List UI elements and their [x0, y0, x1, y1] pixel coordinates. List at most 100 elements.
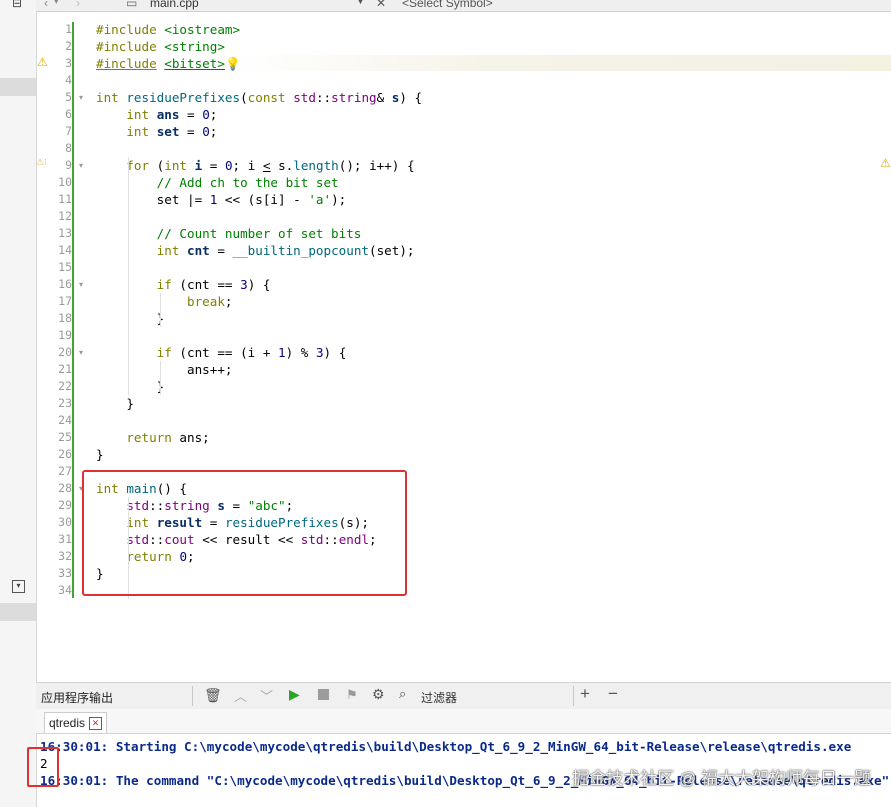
- output-panel-title: 应用程序输出: [41, 691, 114, 705]
- line-number[interactable]: 14: [56, 242, 72, 259]
- file-name[interactable]: main.cpp: [150, 0, 199, 10]
- line-number[interactable]: 12: [56, 208, 72, 225]
- tab-label: qtredis: [49, 716, 86, 730]
- trash-icon[interactable]: 🗑: [204, 687, 222, 704]
- warning-icon[interactable]: ⚠⁝: [36, 157, 47, 168]
- indent-guide: [160, 361, 161, 395]
- stop-icon[interactable]: [318, 689, 329, 700]
- line-number[interactable]: 11: [56, 191, 72, 208]
- line-number[interactable]: 21: [56, 361, 72, 378]
- line-number[interactable]: 22: [56, 378, 72, 395]
- code-line[interactable]: }: [96, 378, 165, 395]
- run-icon[interactable]: ▶: [289, 686, 300, 703]
- warning-line-highlight: [232, 55, 891, 71]
- line-number[interactable]: 24: [56, 412, 72, 429]
- line-number[interactable]: 31: [56, 531, 72, 548]
- line-number[interactable]: 19: [56, 327, 72, 344]
- line-number[interactable]: 8: [56, 140, 72, 157]
- code-line[interactable]: if (cnt == 3) {: [96, 276, 271, 293]
- code-line[interactable]: }: [96, 395, 134, 412]
- output-line: 16:30:01: Starting C:\mycode\mycode\qtre…: [40, 739, 852, 754]
- line-number[interactable]: 28: [56, 480, 72, 497]
- code-line[interactable]: set |= 1 << (s[i] - 'a');: [96, 191, 347, 208]
- highlight-annotation-box: [82, 470, 407, 596]
- code-line[interactable]: for (int i = 0; i < s.length(); i++) {: [96, 157, 414, 174]
- symbol-selector[interactable]: <Select Symbol>: [402, 0, 493, 10]
- code-line[interactable]: int ans = 0;: [96, 106, 217, 123]
- code-line[interactable]: }: [96, 446, 104, 463]
- line-number[interactable]: 6: [56, 106, 72, 123]
- line-number[interactable]: 32: [56, 548, 72, 565]
- line-number[interactable]: 33: [56, 565, 72, 582]
- line-number[interactable]: 18: [56, 310, 72, 327]
- gutter-markers: ⚠ ⚠⁝: [36, 12, 56, 682]
- line-number[interactable]: 26: [56, 446, 72, 463]
- line-number[interactable]: 27: [56, 463, 72, 480]
- close-icon[interactable]: ✕: [376, 0, 386, 10]
- close-icon[interactable]: ✕: [89, 717, 103, 731]
- forward-icon[interactable]: ›: [76, 0, 80, 10]
- dropdown-icon[interactable]: ▾: [54, 0, 59, 7]
- fold-arrow-icon[interactable]: ▾: [79, 344, 83, 361]
- code-line[interactable]: int residuePrefixes(const std::string& s…: [96, 89, 422, 106]
- dropdown-icon[interactable]: ▼: [356, 0, 365, 6]
- fold-arrow-icon[interactable]: ▾: [79, 89, 83, 106]
- indent-guide: [160, 293, 161, 327]
- line-number[interactable]: 23: [56, 395, 72, 412]
- watermark: 掘金技术社区 @ 福大大架构师每日一题: [572, 769, 871, 788]
- collapse-icon[interactable]: ▾: [12, 580, 25, 593]
- filter-input[interactable]: 过滤器: [421, 689, 457, 706]
- output-highlight-box: [27, 747, 59, 787]
- line-number[interactable]: 9: [56, 157, 72, 174]
- change-indicator-bar: [72, 22, 74, 598]
- up-icon[interactable]: ︿: [234, 686, 247, 705]
- build-icon[interactable]: ⚑: [346, 687, 358, 703]
- code-line[interactable]: int set = 0;: [96, 123, 217, 140]
- code-line[interactable]: return ans;: [96, 429, 209, 446]
- fold-arrow-icon[interactable]: ▾: [79, 157, 83, 174]
- line-number[interactable]: 3: [56, 55, 72, 72]
- line-number[interactable]: 7: [56, 123, 72, 140]
- line-number[interactable]: 20: [56, 344, 72, 361]
- warning-icon[interactable]: ⚠: [37, 55, 48, 69]
- output-tab-bar: qtredis ✕: [36, 709, 891, 734]
- back-icon[interactable]: ‹: [44, 0, 48, 10]
- line-number[interactable]: 4: [56, 72, 72, 89]
- sidebar-selection-band: [0, 78, 36, 96]
- line-number[interactable]: 25: [56, 429, 72, 446]
- line-number[interactable]: 16: [56, 276, 72, 293]
- divider: [573, 686, 574, 706]
- sidebar-icon[interactable]: ⊟: [12, 0, 22, 10]
- indent-guide: [128, 157, 129, 395]
- output-tab-qtredis[interactable]: qtredis ✕: [44, 712, 108, 733]
- code-line[interactable]: // Count number of set bits: [96, 225, 362, 242]
- code-line[interactable]: #include <bitset>💡: [96, 55, 241, 72]
- code-line[interactable]: }: [96, 310, 165, 327]
- code-line[interactable]: int cnt = __builtin_popcount(set);: [96, 242, 415, 259]
- gear-icon[interactable]: ⚙: [372, 686, 385, 703]
- fold-arrow-icon[interactable]: ▾: [79, 276, 83, 293]
- code-line[interactable]: #include <string>: [96, 38, 225, 55]
- warning-icon[interactable]: ⚠: [880, 156, 891, 170]
- search-icon[interactable]: ⌕: [399, 686, 406, 702]
- line-number[interactable]: 15: [56, 259, 72, 276]
- minus-icon[interactable]: −: [608, 684, 618, 704]
- line-number[interactable]: 5: [56, 89, 72, 106]
- line-number[interactable]: 2: [56, 38, 72, 55]
- line-number[interactable]: 34: [56, 582, 72, 599]
- line-number[interactable]: 29: [56, 497, 72, 514]
- line-number[interactable]: 17: [56, 293, 72, 310]
- line-number[interactable]: 1: [56, 21, 72, 38]
- line-number[interactable]: 13: [56, 225, 72, 242]
- down-icon[interactable]: ﹀: [260, 686, 273, 705]
- line-number[interactable]: 30: [56, 514, 72, 531]
- code-line[interactable]: // Add ch to the bit set: [96, 174, 339, 191]
- code-line[interactable]: break;: [96, 293, 233, 310]
- line-number[interactable]: 10: [56, 174, 72, 191]
- code-line[interactable]: ans++;: [96, 361, 233, 378]
- code-line[interactable]: #include <iostream>: [96, 21, 240, 38]
- code-line[interactable]: if (cnt == (i + 1) % 3) {: [96, 344, 347, 361]
- editor-toolbar: ‹ ▾ › ▭ main.cpp ▼ ✕ <Select Symbol>: [36, 0, 891, 12]
- file-icon: ▭: [126, 0, 138, 10]
- plus-icon[interactable]: +: [580, 684, 590, 704]
